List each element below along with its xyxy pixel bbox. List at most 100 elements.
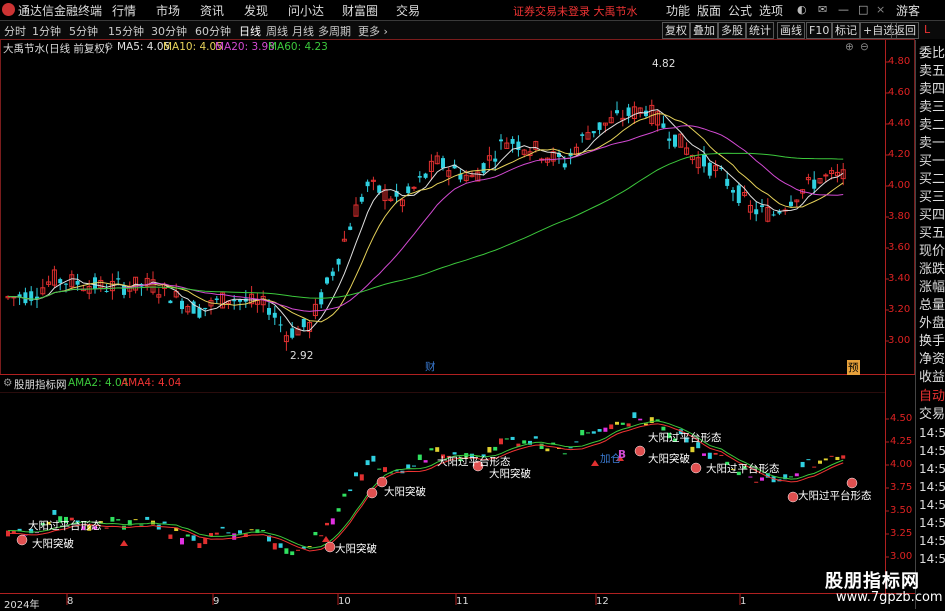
candle-body bbox=[441, 158, 445, 169]
indicator-bar bbox=[278, 543, 283, 548]
indicator-bar bbox=[168, 534, 173, 539]
candle-body bbox=[348, 226, 353, 230]
indicator-bar bbox=[609, 424, 614, 430]
indicator-bar bbox=[626, 423, 631, 427]
side-item[interactable]: 总量 bbox=[919, 297, 945, 315]
indicator-name[interactable]: 股朋指标网 bbox=[14, 377, 67, 392]
signal-dot bbox=[324, 541, 336, 553]
side-item[interactable]: 涨幅 bbox=[919, 279, 945, 297]
quote-side-panel: 委比 卖五 卖四 卖三 卖二 卖一 买一 买二 买三 买四 买五 现价 涨跌 涨… bbox=[915, 40, 945, 609]
indicator-bar bbox=[272, 543, 277, 550]
candle-body bbox=[673, 134, 677, 147]
candle-body bbox=[64, 283, 68, 285]
side-item[interactable]: 买二 bbox=[919, 171, 945, 189]
candle-body bbox=[336, 258, 341, 265]
y-tick: 3.80 bbox=[888, 211, 911, 222]
candle-body bbox=[754, 209, 759, 215]
side-item[interactable]: 卖四 bbox=[919, 81, 945, 99]
candle-body bbox=[591, 131, 596, 134]
side-item[interactable]: 买一 bbox=[919, 153, 945, 171]
candle-body bbox=[812, 179, 817, 189]
indicator-bar bbox=[487, 447, 492, 453]
indicator-bar bbox=[342, 493, 347, 497]
indicator-bar bbox=[371, 455, 376, 462]
side-item[interactable]: 涨跌 bbox=[919, 261, 945, 279]
indicator-bar bbox=[841, 455, 846, 459]
indicator-bar bbox=[620, 422, 625, 425]
side-item[interactable]: 买五 bbox=[919, 225, 945, 243]
indicator-bar bbox=[354, 472, 358, 477]
side-item[interactable]: 卖二 bbox=[919, 117, 945, 135]
candle-body bbox=[214, 298, 219, 300]
candle-body bbox=[823, 174, 829, 177]
candle-body bbox=[325, 277, 329, 284]
indicator-bar bbox=[412, 465, 416, 467]
candle-body bbox=[267, 308, 271, 315]
indicator-bar bbox=[52, 509, 57, 515]
indicator-bar bbox=[313, 531, 318, 536]
side-item[interactable]: 买三 bbox=[919, 189, 945, 207]
indicator-bar bbox=[249, 529, 254, 531]
indicator-bar bbox=[539, 443, 544, 449]
indicator-bar bbox=[580, 429, 585, 436]
candle-body bbox=[122, 285, 126, 295]
side-time: 14:5 bbox=[919, 498, 945, 512]
side-item[interactable]: 卖三 bbox=[919, 99, 945, 117]
side-item[interactable]: 换手 bbox=[919, 333, 945, 351]
kline-chart-svg[interactable] bbox=[0, 0, 945, 609]
side-item-auto[interactable]: 自动 bbox=[919, 388, 945, 406]
indicator-bar bbox=[307, 546, 312, 548]
candle-body bbox=[116, 278, 121, 280]
side-item-trade[interactable]: 交易 bbox=[919, 406, 945, 424]
indicator-bar bbox=[185, 534, 190, 537]
indicator-bar bbox=[713, 452, 718, 455]
indicator-bar bbox=[719, 454, 724, 456]
y-tick: 4.80 bbox=[888, 56, 911, 67]
signal-dot bbox=[634, 445, 646, 457]
candle-body bbox=[330, 271, 335, 276]
indicator-bar bbox=[818, 460, 822, 464]
indicator-bar bbox=[348, 489, 353, 492]
side-item[interactable]: 卖一 bbox=[919, 135, 945, 153]
indicator-bar bbox=[261, 529, 266, 531]
indicator-bar bbox=[597, 429, 602, 432]
side-item[interactable]: 外盘 bbox=[919, 315, 945, 333]
signal-dot bbox=[690, 462, 702, 474]
signal-dot bbox=[787, 491, 799, 503]
y-tick: 3.20 bbox=[888, 304, 911, 315]
indicator-bar bbox=[191, 535, 196, 541]
finance-badge[interactable]: 财 bbox=[425, 359, 436, 374]
indicator-bar bbox=[139, 524, 144, 526]
candle-body bbox=[481, 163, 486, 173]
candle-body bbox=[290, 328, 295, 338]
indicator-bar bbox=[133, 519, 138, 521]
forecast-badge[interactable]: 预 bbox=[847, 360, 860, 375]
ama2-label: AMA2: 4.04 bbox=[68, 377, 129, 389]
signal-label: 大阳过平台形态 bbox=[28, 520, 102, 532]
side-item[interactable]: 买四 bbox=[919, 207, 945, 225]
indicator-bar bbox=[702, 453, 706, 456]
indicator-bar bbox=[377, 468, 382, 470]
buy-arrow bbox=[120, 540, 128, 546]
indicator-bar bbox=[748, 476, 753, 478]
indicator-gear-icon[interactable]: ⚙ bbox=[3, 377, 12, 389]
indicator-bar bbox=[365, 460, 370, 466]
side-item[interactable]: 净资 bbox=[919, 351, 945, 369]
candle-body bbox=[725, 178, 730, 186]
x-tick: 1 bbox=[740, 596, 747, 607]
indicator-info: ⚙ 股朋指标网 AMA2: 4.04 AMA4: 4.04 bbox=[0, 376, 915, 391]
candle-body bbox=[359, 196, 364, 202]
side-item[interactable]: 收益 bbox=[919, 369, 945, 387]
side-item[interactable]: 委比 bbox=[919, 45, 945, 63]
buy-arrow bbox=[322, 536, 330, 542]
signal-dot bbox=[366, 487, 378, 499]
candle-body bbox=[180, 300, 184, 310]
y-tick: 3.40 bbox=[888, 273, 911, 284]
candle-body bbox=[203, 307, 208, 310]
y-tick: 3.25 bbox=[890, 528, 913, 539]
signal-label: 大阳突破 bbox=[335, 543, 377, 555]
indicator-bar bbox=[325, 522, 329, 526]
side-item[interactable]: 现价 bbox=[919, 243, 945, 261]
side-item[interactable]: 卖五 bbox=[919, 63, 945, 81]
indicator-bar bbox=[238, 530, 242, 534]
